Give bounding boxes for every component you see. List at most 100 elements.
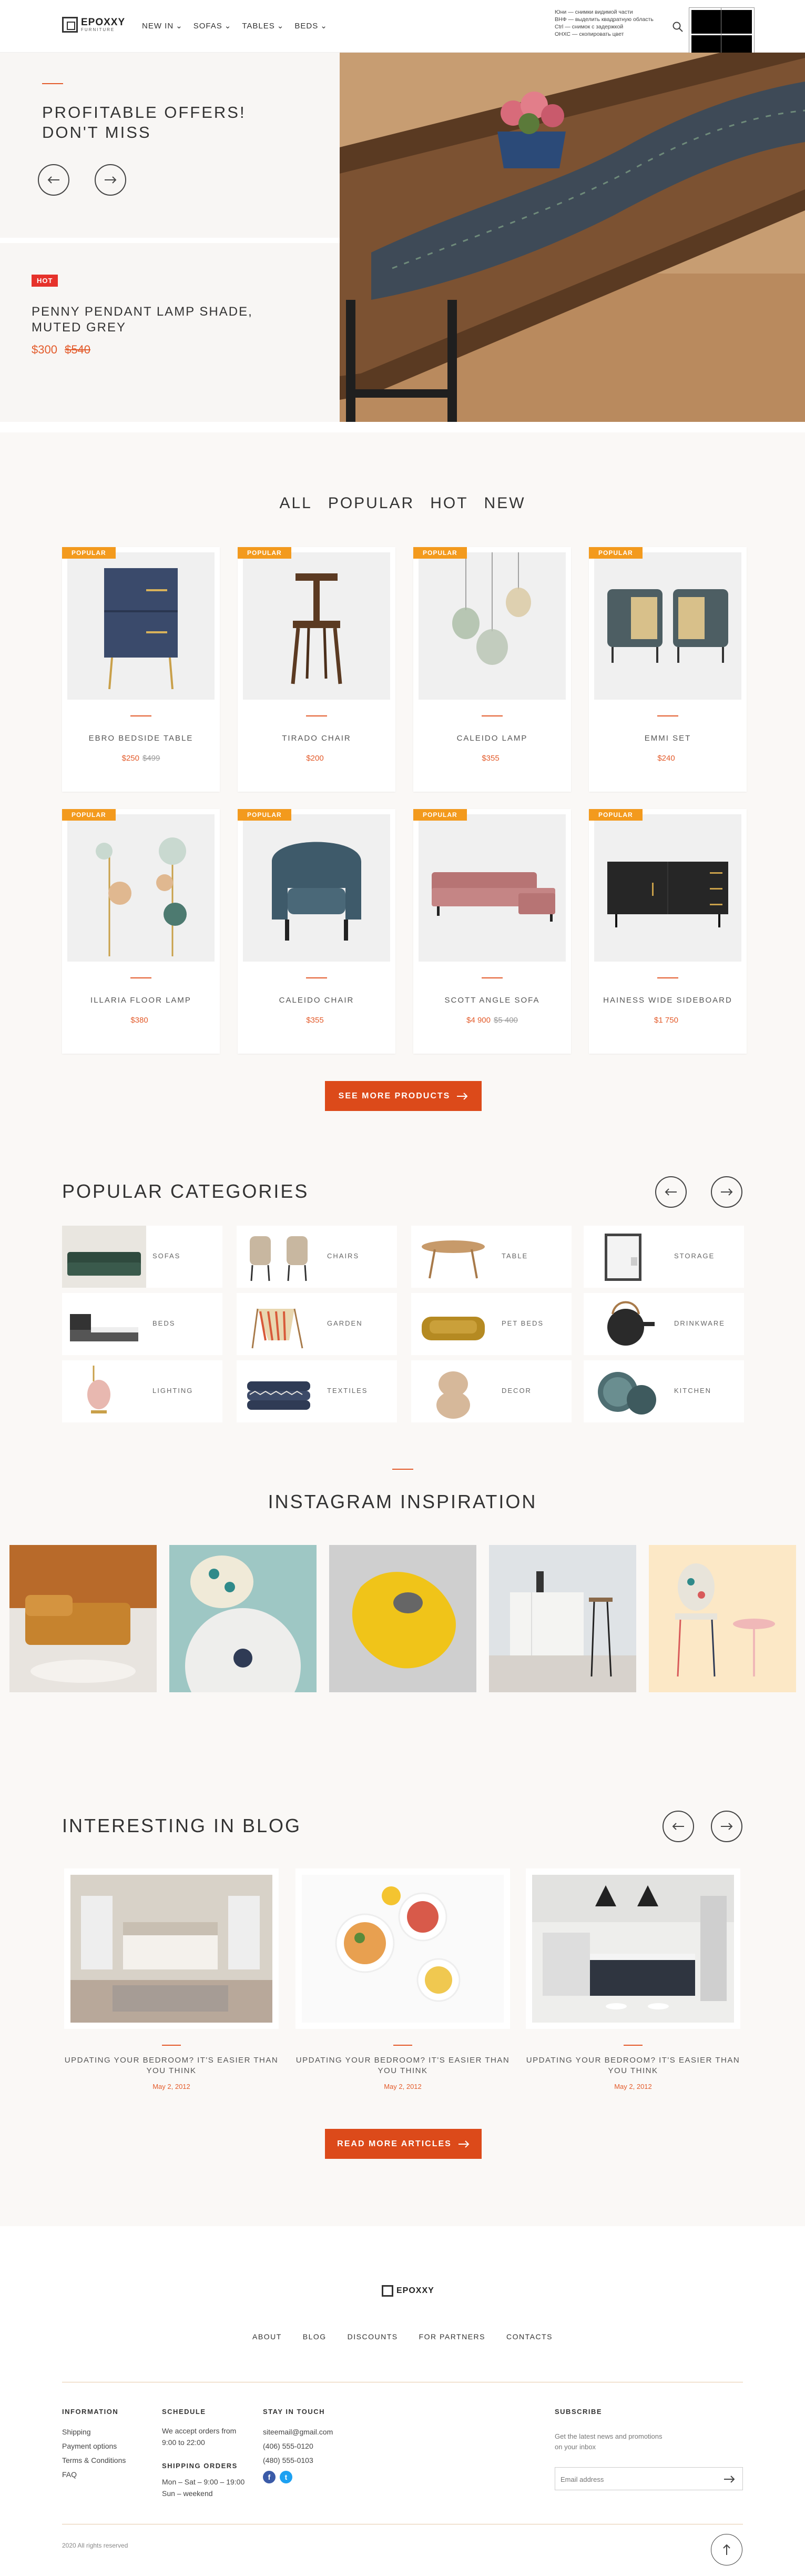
product-card[interactable]: POPULAR TIRADO CHAIR $200 [238,547,395,792]
category-image [237,1226,321,1288]
instagram-photo[interactable] [9,1545,157,1692]
nav-item-tables[interactable]: TABLES ⌄ [242,21,284,31]
footer-schedule: SCHEDULE We accept orders from 9:00 to 2… [162,2408,245,2498]
footer-information: INFORMATION Shipping Payment options Ter… [62,2408,126,2482]
category-image [237,1360,321,1422]
facebook-icon[interactable]: f [263,2471,276,2483]
footer-link-about[interactable]: ABOUT [252,2332,282,2341]
category-chairs[interactable]: CHAIRS [237,1226,397,1288]
email-field[interactable] [561,2473,708,2486]
products-section: ALL POPULAR HOT NEW POPULAR EBRO BEDSIDE… [0,432,805,1158]
footer-link-blog[interactable]: BLOG [303,2332,327,2341]
read-more-articles-button[interactable]: READ MORE ARTICLES [325,2129,482,2159]
blog-post-card[interactable]: UPDATING YOUR BEDROOM? IT'S EASIER THAN … [526,1868,740,2110]
footer-logo[interactable]: EPOXXY [382,2285,434,2297]
product-tabs: ALL POPULAR HOT NEW [0,494,805,512]
product-image-caleido-chair [243,814,390,962]
search-icon[interactable] [672,21,684,33]
instagram-photo[interactable] [649,1545,796,1692]
category-image [237,1293,321,1355]
instagram-photo[interactable] [169,1545,317,1692]
categories-prev-button[interactable] [655,1176,687,1208]
category-garden[interactable]: GARDEN [237,1293,397,1355]
tab-all[interactable]: ALL [279,494,312,512]
logo[interactable]: EPOXXY FURNITURE [62,17,125,33]
footer-link-faq[interactable]: FAQ [62,2468,126,2482]
tab-hot[interactable]: HOT [430,494,468,512]
card-dash [657,715,678,716]
category-storage[interactable]: STORAGE [584,1226,744,1288]
chevron-down-icon: ⌄ [224,22,232,31]
category-sofas[interactable]: SOFAS [62,1226,222,1288]
category-label: GARDEN [327,1319,363,1327]
nav-item-beds[interactable]: BEDS ⌄ [294,21,327,31]
arrow-right-icon[interactable] [724,2476,735,2483]
scroll-to-top-button[interactable] [711,2534,742,2565]
footer-link-contacts[interactable]: CONTACTS [506,2332,553,2341]
categories-next-button[interactable] [711,1176,742,1208]
blog-post-title: UPDATING YOUR BEDROOM? IT'S EASIER THAN … [526,2056,740,2075]
blog-prev-button[interactable] [663,1811,694,1842]
card-dash [306,715,327,716]
see-more-products-button[interactable]: SEE MORE PRODUCTS [325,1081,482,1111]
site-header: EPOXXY FURNITURE NEW IN ⌄ SOFAS ⌄ TABLES ⌄ … [0,0,805,53]
footer-link-discounts[interactable]: DISCOUNTS [348,2332,398,2341]
product-card[interactable]: POPULAR SCOTT ANGLE SOFA $4 900 $5 400 [413,809,571,1054]
arrow-left-icon [47,176,59,184]
instagram-photo[interactable] [489,1545,636,1692]
instagram-photo[interactable] [329,1545,476,1692]
category-lighting[interactable]: LIGHTING [62,1360,222,1422]
blog-post-card[interactable]: UPDATING YOUR BEDROOM? IT'S EASIER THAN … [295,1868,510,2110]
category-decor[interactable]: DECOR [411,1360,572,1422]
footer-email[interactable]: siteemail@gmail.com [263,2425,333,2439]
footer-link-shipping[interactable]: Shipping [62,2425,126,2439]
tab-popular[interactable]: POPULAR [328,494,414,512]
tab-new[interactable]: NEW [484,494,526,512]
nav-item-sofas[interactable]: SOFAS ⌄ [193,21,232,31]
product-card[interactable]: POPULAR EBRO BEDSIDE TABLE $250 $499 [62,547,220,792]
blog-next-button[interactable] [711,1811,742,1842]
category-kitchen[interactable]: KITCHEN [584,1360,744,1422]
category-beds[interactable]: BEDS [62,1293,222,1355]
category-drinkware[interactable]: DRINKWARE [584,1293,744,1355]
product-price: $200 [306,754,324,763]
footer-phone[interactable]: (406) 555-0120 [263,2439,333,2453]
footer-link-terms[interactable]: Terms & Conditions [62,2453,126,2468]
nav-item-new-in[interactable]: NEW IN ⌄ [142,21,183,31]
footer-link-payment[interactable]: Payment options [62,2439,126,2453]
product-image-floor-lamp [67,814,215,962]
hero-next-button[interactable] [95,164,126,196]
product-card[interactable]: POPULAR HAINESS WIDE SIDEBOARD $1 750 [589,809,747,1054]
blog-post-card[interactable]: UPDATING YOUR BEDROOM? IT'S EASIER THAN … [64,1868,279,2110]
instagram-title: INSTAGRAM INSPIRATION [268,1491,537,1512]
blog-title: INTERESTING IN BLOG [62,1815,302,1836]
arrow-right-icon [457,1092,468,1100]
post-dash [624,2045,643,2046]
footer-contacts: STAY IN TOUCH siteemail@gmail.com (406) … [263,2408,333,2483]
product-card[interactable]: POPULAR ILLARIA FLOOR LAMP $380 [62,809,220,1054]
product-name: EMMI SET [644,734,691,743]
category-table[interactable]: TABLE [411,1226,572,1288]
category-image [62,1293,146,1355]
footer-link-for-partners[interactable]: FOR PARTNERS [419,2332,485,2341]
product-card[interactable]: POPULAR CALEIDO LAMP $355 [413,547,571,792]
chevron-down-icon: ⌄ [277,22,284,31]
category-label: STORAGE [674,1252,715,1260]
product-card[interactable]: POPULAR CALEIDO CHAIR $355 [238,809,395,1054]
post-dash [393,2045,412,2046]
popular-badge: POPULAR [589,809,643,821]
category-pet-beds[interactable]: PET BEDS [411,1293,572,1355]
card-dash [482,715,503,716]
category-image [62,1226,146,1288]
hero-prev-button[interactable] [38,164,69,196]
hero-product-name[interactable]: PENNY PENDANT LAMP SHADE, MUTED GREY [32,304,305,336]
product-card[interactable]: POPULAR EMMI SET $240 [589,547,747,792]
arrow-up-icon [723,2544,730,2555]
blog-post-image [526,1868,740,2029]
card-dash [657,977,678,978]
twitter-icon[interactable]: t [280,2471,292,2483]
footer-phone[interactable]: (480) 555-0103 [263,2453,333,2468]
arrow-left-icon [672,1823,684,1830]
category-textiles[interactable]: TEXTILES [237,1360,397,1422]
product-name: CALEIDO CHAIR [279,996,354,1005]
